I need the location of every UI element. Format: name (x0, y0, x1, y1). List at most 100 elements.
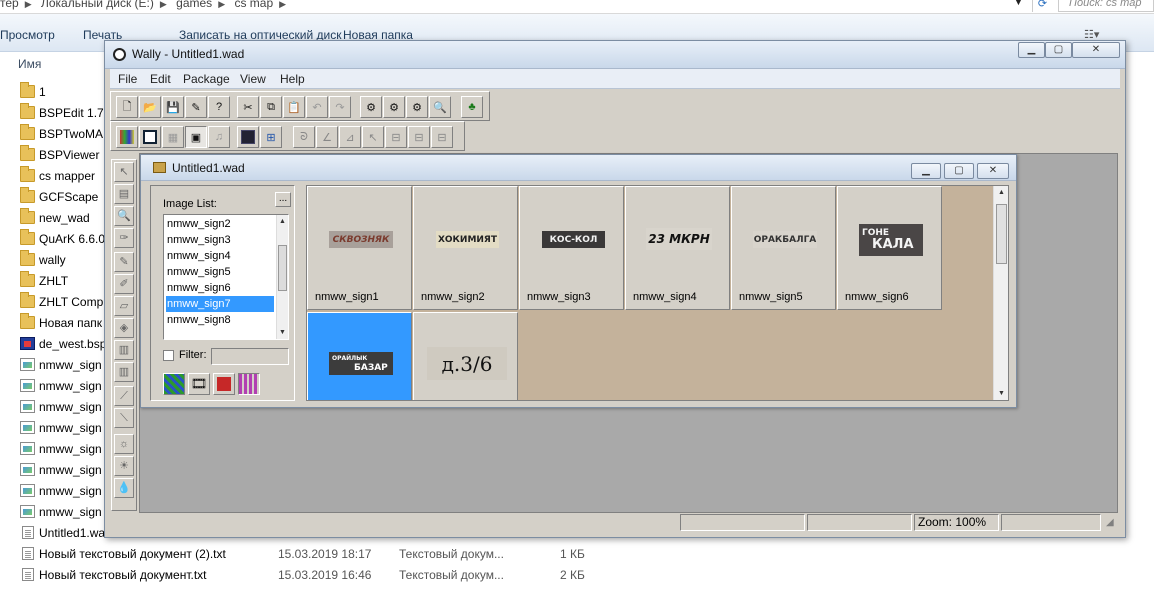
align-center-icon[interactable]: ⊟ (408, 126, 430, 148)
sound-icon[interactable]: ♫ (208, 126, 230, 148)
film-view-icon[interactable]: 🎞 (188, 373, 210, 395)
scroll-up-icon[interactable]: ▲ (998, 189, 1005, 196)
eraser-icon[interactable]: ▱ (114, 296, 134, 316)
properties-icon[interactable]: ⚙ (360, 96, 382, 118)
palette-icon[interactable] (116, 126, 138, 148)
breadcrumb-item[interactable]: тер (0, 0, 19, 10)
texture-cell[interactable]: КОС-КОЛ nmww_sign3 (519, 186, 624, 310)
window-icon[interactable] (139, 126, 161, 148)
tool-icon[interactable]: ✎ (185, 96, 207, 118)
lighten-icon[interactable]: ☼ (114, 434, 134, 454)
filter-input[interactable] (211, 348, 289, 365)
view-command[interactable]: Просмотр (0, 28, 55, 42)
open-folder-icon[interactable]: 📂 (139, 96, 161, 118)
paste-icon[interactable]: 📋 (283, 96, 305, 118)
child-minimize-button[interactable]: ▁ (911, 163, 941, 179)
texture-cell[interactable]: 23 МКРН nmww_sign4 (625, 186, 730, 310)
curve-tool-icon[interactable]: ⟍ (114, 408, 134, 428)
texture-cell[interactable]: СКВОЗНЯК nmww_sign1 (307, 186, 412, 310)
color-view-icon[interactable] (163, 373, 185, 395)
tile-quad-icon[interactable]: ⊞ (260, 126, 282, 148)
pencil-icon[interactable]: ✎ (114, 252, 134, 272)
clone-icon[interactable]: ▥ (114, 362, 134, 382)
scroll-thumb[interactable] (278, 245, 287, 291)
line-icon[interactable]: ∠ (316, 126, 338, 148)
list-item[interactable]: nmww_sign4 (166, 248, 274, 264)
more-button[interactable]: ... (275, 192, 291, 207)
stamp-icon[interactable]: ▥ (114, 340, 134, 360)
undo-icon[interactable]: ↶ (306, 96, 328, 118)
texture-cell[interactable]: ОРАКБАЛГА nmww_sign5 (731, 186, 836, 310)
copy-icon[interactable]: ⧉ (260, 96, 282, 118)
purple-tiles-icon[interactable] (238, 373, 260, 395)
shape-icon[interactable]: ⊿ (339, 126, 361, 148)
file-row[interactable]: Новый текстовый документ.txt 15.03.2019 1… (0, 565, 600, 586)
list-item[interactable]: nmww_sign6 (166, 280, 274, 296)
resize-grip-icon[interactable]: ◢ (1106, 517, 1114, 528)
texture-cell[interactable]: ХОКИМИЯТ nmww_sign2 (413, 186, 518, 310)
grid-icon[interactable]: ▦ (162, 126, 184, 148)
refresh-icon[interactable]: ⟳ (1032, 0, 1052, 12)
scroll-down-icon[interactable]: ▼ (279, 329, 286, 336)
info-icon[interactable]: ⚙ (383, 96, 405, 118)
breadcrumb-item[interactable]: Локальный диск (E:) (41, 0, 154, 10)
zoom-tool-icon[interactable]: 🔍 (429, 96, 451, 118)
menu-package[interactable]: Package (183, 72, 230, 86)
new-file-icon[interactable]: 🗋 (116, 96, 138, 118)
thumbnails-icon[interactable]: ▣ (185, 126, 207, 148)
rect-select-icon[interactable]: ▤ (114, 184, 134, 204)
scroll-down-icon[interactable]: ▼ (998, 390, 1005, 397)
cursor-icon[interactable]: ↖ (362, 126, 384, 148)
search-input[interactable]: Поиск: cs map (1058, 0, 1154, 12)
texture-cell[interactable]: д.3/6 (413, 312, 518, 400)
darken-icon[interactable]: ☀ (114, 456, 134, 476)
tile-grid-icon[interactable] (237, 126, 259, 148)
cut-icon[interactable]: ✂ (237, 96, 259, 118)
help-icon[interactable]: ? (208, 96, 230, 118)
list-item[interactable]: nmww_sign8 (166, 312, 274, 328)
menu-view[interactable]: View (240, 72, 266, 86)
address-bar[interactable]: тер ▶ Локальный диск (E:) ▶ games ▶ cs map ▶… (0, 0, 1154, 14)
column-header-name[interactable]: Имя (0, 52, 120, 76)
texture-cell-selected[interactable]: ОРАЙЛЫК БАЗАР (307, 312, 412, 400)
blur-icon[interactable]: 💧 (114, 478, 134, 498)
brush-icon[interactable]: ᘐ (293, 126, 315, 148)
scroll-up-icon[interactable]: ▲ (279, 218, 286, 225)
scroll-thumb[interactable] (996, 204, 1007, 264)
texture-cell[interactable]: ГОНЕ КАЛА nmww_sign6 (837, 186, 942, 310)
list-item[interactable]: nmww_sign5 (166, 264, 274, 280)
select-tool-icon[interactable]: ↖ (114, 162, 134, 182)
wally-title-bar[interactable]: Wally - Untitled1.wad ▁ ▢ ✕ (105, 41, 1125, 69)
list-item-selected[interactable]: nmww_sign7 (166, 296, 274, 312)
align-right-icon[interactable]: ⊟ (431, 126, 453, 148)
chevron-down-icon[interactable]: ▼ (1014, 0, 1023, 7)
list-item[interactable]: nmww_sign3 (166, 232, 274, 248)
red-tiles-icon[interactable] (213, 373, 235, 395)
eyedropper-icon[interactable]: ✑ (114, 228, 134, 248)
breadcrumb-item[interactable]: games (176, 0, 212, 10)
list-item[interactable]: nmww_sign2 (166, 216, 274, 232)
menu-help[interactable]: Help (280, 72, 305, 86)
redo-icon[interactable]: ↷ (329, 96, 351, 118)
zoom-icon[interactable]: 🔍 (114, 206, 134, 226)
maximize-button[interactable]: ▢ (1045, 42, 1072, 58)
file-row[interactable]: Новый текстовый документ (2).txt 15.03.20… (0, 544, 600, 565)
menu-file[interactable]: File (118, 72, 137, 86)
wad-title-bar[interactable]: Untitled1.wad ▁ ▢ ✕ (141, 155, 1016, 181)
line-tool-icon[interactable]: ⟋ (114, 386, 134, 406)
brush-tool-icon[interactable]: ✐ (114, 274, 134, 294)
menu-edit[interactable]: Edit (150, 72, 171, 86)
image-listbox[interactable]: nmww_sign2 nmww_sign3 nmww_sign4 nmww_sign5… (163, 214, 289, 340)
close-button[interactable]: ✕ (1072, 42, 1120, 58)
breadcrumb-item[interactable]: cs map (234, 0, 273, 10)
child-maximize-button[interactable]: ▢ (944, 163, 974, 179)
minimize-button[interactable]: ▁ (1018, 42, 1045, 58)
browse-icon[interactable]: ⚙ (406, 96, 428, 118)
list-scrollbar[interactable]: ▲ ▼ (276, 215, 288, 339)
filter-checkbox[interactable] (163, 350, 174, 361)
child-close-button[interactable]: ✕ (977, 163, 1009, 179)
run-icon[interactable]: ♣ (461, 96, 483, 118)
save-icon[interactable]: 💾 (162, 96, 184, 118)
grid-scrollbar[interactable]: ▲ ▼ (993, 186, 1008, 400)
align-left-icon[interactable]: ⊟ (385, 126, 407, 148)
